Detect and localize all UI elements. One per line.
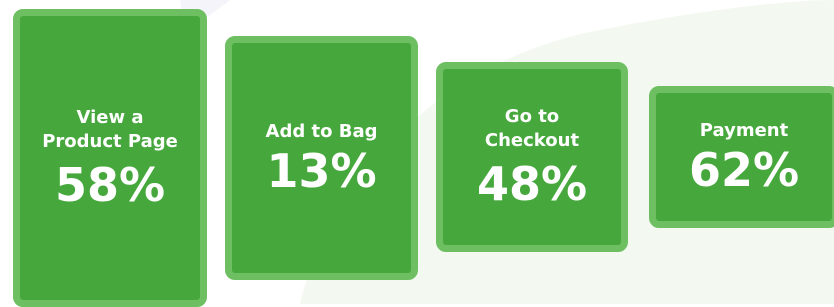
step-percentage: 13%	[266, 144, 377, 198]
funnel-step-go-to-checkout: Go to Checkout 48%	[436, 62, 628, 252]
funnel-step-view-product-page: View a Product Page 58%	[13, 9, 207, 307]
funnel-step-add-to-bag: Add to Bag 13%	[225, 36, 418, 280]
step-label: Go to Checkout	[484, 106, 580, 151]
step-percentage: 62%	[688, 143, 800, 197]
step-label: Add to Bag	[265, 121, 378, 142]
step-percentage: 48%	[476, 157, 588, 211]
funnel-step-payment: Payment 62%	[649, 86, 834, 228]
funnel-steps: View a Product Page 58% Add to Bag 13% G…	[0, 0, 834, 307]
step-percentage: 58%	[54, 158, 166, 212]
step-label: Payment	[699, 120, 789, 141]
step-label: View a Product Page	[42, 107, 178, 152]
